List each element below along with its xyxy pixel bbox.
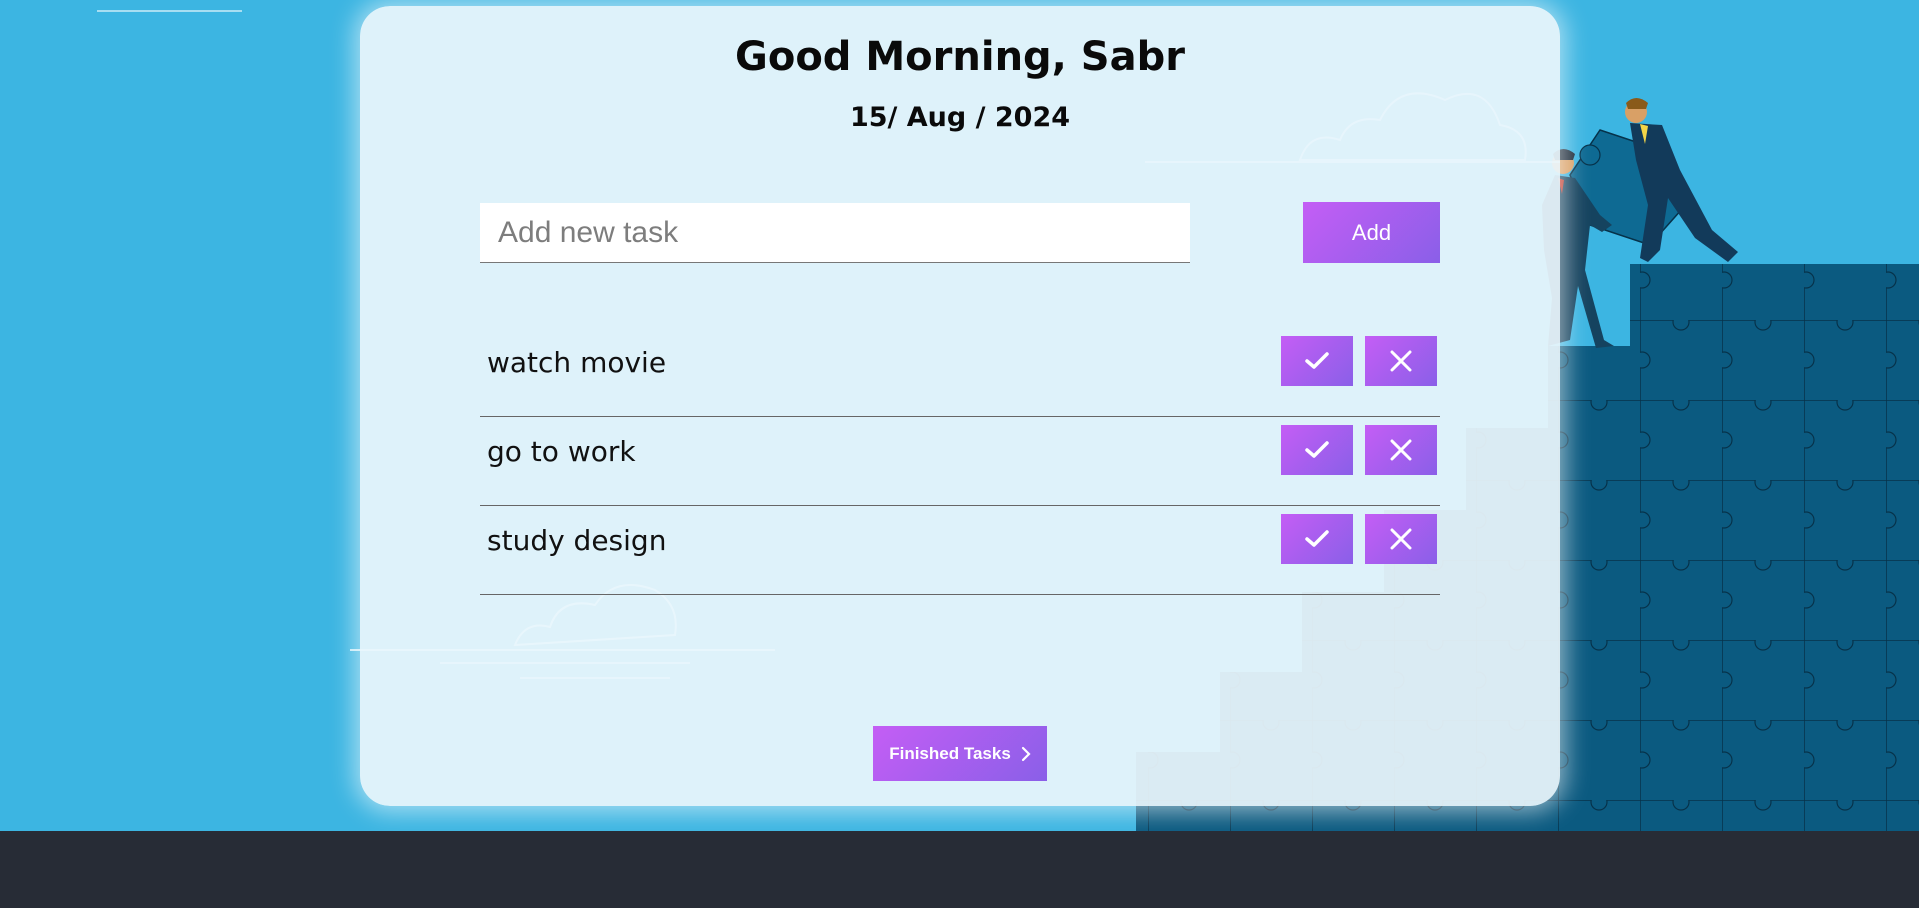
close-icon [1390,350,1412,372]
check-icon [1305,530,1329,547]
complete-task-button[interactable] [1281,425,1353,475]
todo-card: Good Morning, Sabr 15/ Aug / 2024 Add wa… [360,6,1560,806]
delete-task-button[interactable] [1365,336,1437,386]
complete-task-button[interactable] [1281,514,1353,564]
check-icon [1305,352,1329,369]
task-text: study design [487,524,667,557]
task-item: go to work [480,417,1440,506]
task-text: watch movie [487,346,667,379]
check-icon [1305,441,1329,458]
delete-task-button[interactable] [1365,425,1437,475]
complete-task-button[interactable] [1281,336,1353,386]
add-task-button[interactable]: Add [1303,202,1440,263]
current-date: 15/ Aug / 2024 [849,102,1071,133]
task-text: go to work [487,435,636,468]
greeting-title: Good Morning, Sabr [735,34,1185,80]
finished-tasks-label: Finished Tasks [889,743,1011,763]
task-item: watch movie [480,328,1440,417]
close-icon [1390,439,1412,461]
chevron-right-icon [1021,746,1031,761]
new-task-input[interactable] [480,203,1190,263]
close-icon [1390,528,1412,550]
page-footer [0,831,1919,908]
delete-task-button[interactable] [1365,514,1437,564]
task-item: study design [480,506,1440,595]
finished-tasks-button[interactable]: Finished Tasks [873,726,1047,781]
task-list: watch movie go to work study design [480,328,1440,595]
